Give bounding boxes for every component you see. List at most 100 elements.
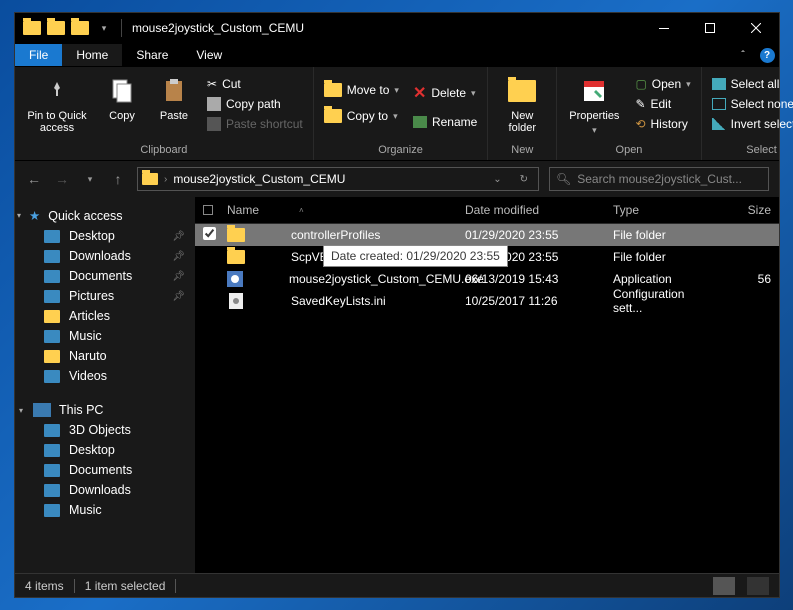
pin-quickaccess-button[interactable]: Pin to Quick access — [21, 73, 93, 136]
star-icon: ★ — [29, 208, 40, 223]
invert-icon — [712, 118, 726, 130]
invertselection-button[interactable]: Invert selection — [708, 115, 793, 133]
new-group-label: New — [494, 142, 550, 158]
clipboard-group-label: Clipboard — [21, 142, 307, 158]
help-icon[interactable]: ? — [755, 48, 779, 63]
recent-dropdown[interactable]: ▾ — [81, 174, 99, 185]
column-name[interactable]: Name˄ — [219, 203, 457, 217]
folder-icon — [43, 309, 61, 323]
sidebar[interactable]: ★ Quick access Desktop📌︎ Downloads📌︎ Doc… — [15, 197, 195, 573]
file-row[interactable]: SavedKeyLists.ini 10/25/2017 11:26 Confi… — [195, 290, 779, 312]
sidebar-pc-downloads[interactable]: Downloads — [15, 480, 195, 500]
pin-label: Pin to Quick access — [27, 110, 87, 134]
sidebar-item-articles[interactable]: Articles — [15, 306, 195, 326]
properties-button[interactable]: Properties — [563, 73, 625, 138]
copypath-button[interactable]: Copy path — [203, 95, 307, 113]
moveto-button[interactable]: Move to — [320, 81, 403, 99]
cut-button[interactable]: ✂Cut — [203, 75, 307, 93]
scissors-icon: ✂ — [207, 77, 217, 91]
newfolder-button[interactable]: New folder — [494, 73, 550, 136]
history-button[interactable]: ⟲History — [631, 115, 694, 133]
file-date: 06/13/2019 15:43 — [457, 272, 605, 286]
row-checkbox[interactable] — [203, 227, 216, 240]
sidebar-pc-documents[interactable]: Documents — [15, 460, 195, 480]
paste-label: Paste — [160, 110, 188, 122]
rename-button[interactable]: Rename — [409, 113, 481, 131]
tab-home[interactable]: Home — [62, 44, 122, 66]
minimize-button[interactable] — [641, 13, 687, 43]
column-type[interactable]: Type — [605, 203, 723, 217]
sidebar-item-videos[interactable]: Videos — [15, 366, 195, 386]
tab-share[interactable]: Share — [122, 44, 182, 66]
sidebar-item-music[interactable]: Music — [15, 326, 195, 346]
file-name: SavedKeyLists.ini — [291, 294, 386, 308]
music-icon — [43, 329, 61, 343]
sidebar-pc-music[interactable]: Music — [15, 500, 195, 520]
search-box[interactable]: 🔍︎ Search mouse2joystick_Cust... — [549, 167, 769, 191]
qat-newfolder-icon[interactable] — [69, 17, 91, 39]
column-checkbox[interactable] — [195, 205, 219, 215]
sidebar-pc-3dobjects[interactable]: 3D Objects — [15, 420, 195, 440]
column-size[interactable]: Size — [723, 203, 779, 217]
selectnone-button[interactable]: Select none — [708, 95, 793, 113]
maximize-button[interactable] — [687, 13, 733, 43]
address-bar[interactable]: › mouse2joystick_Custom_CEMU ⌄ ↻ — [137, 167, 539, 191]
app-icon — [21, 17, 43, 39]
selectall-button[interactable]: Select all — [708, 75, 793, 93]
down-icon — [43, 483, 61, 497]
search-placeholder: Search mouse2joystick_Cust... — [577, 172, 742, 186]
sidebar-pc-desktop[interactable]: Desktop — [15, 440, 195, 460]
paste-icon — [158, 75, 190, 107]
sidebar-item-desktop[interactable]: Desktop📌︎ — [15, 226, 195, 246]
video-icon — [43, 369, 61, 383]
music-icon — [43, 503, 61, 517]
titlebar[interactable]: ▾ mouse2joystick_Custom_CEMU — [15, 13, 779, 43]
newfolder-label: New folder — [500, 110, 544, 134]
navbar: ← → ▾ ↑ › mouse2joystick_Custom_CEMU ⌄ ↻… — [15, 161, 779, 197]
paste-shortcut-button[interactable]: Paste shortcut — [203, 115, 307, 133]
delete-button[interactable]: ✕Delete — [409, 81, 481, 105]
paste-sc-icon — [207, 117, 221, 131]
refresh-button[interactable]: ↻ — [514, 174, 534, 185]
sidebar-item-documents[interactable]: Documents📌︎ — [15, 266, 195, 286]
sidebar-item-pictures[interactable]: Pictures📌︎ — [15, 286, 195, 306]
copy-button[interactable]: Copy — [99, 73, 145, 124]
address-dropdown-icon[interactable]: ⌄ — [487, 174, 507, 185]
file-date: 10/25/2017 11:26 — [457, 294, 605, 308]
sidebar-quickaccess[interactable]: ★ Quick access — [15, 205, 195, 226]
column-headers[interactable]: Name˄ Date modified Type Size — [195, 197, 779, 224]
file-list: Name˄ Date modified Type Size controller… — [195, 197, 779, 573]
edit-icon: ✎ — [635, 97, 645, 111]
details-view-button[interactable] — [713, 577, 735, 595]
sort-indicator-icon: ˄ — [299, 206, 304, 215]
properties-label: Properties — [569, 110, 619, 122]
doc-icon — [43, 463, 61, 477]
file-name: controllerProfiles — [291, 228, 380, 242]
selectall-icon — [712, 78, 726, 90]
open-button[interactable]: ▢Open — [631, 75, 694, 93]
desktop-icon — [43, 229, 61, 243]
file-date: 01/29/2020 23:55 — [457, 228, 605, 242]
forward-button[interactable]: → — [53, 171, 71, 187]
sidebar-thispc[interactable]: This PC — [15, 400, 195, 420]
up-button[interactable]: ↑ — [109, 171, 127, 187]
file-row[interactable]: controllerProfiles 01/29/2020 23:55 File… — [195, 224, 779, 246]
back-button[interactable]: ← — [25, 171, 43, 187]
sidebar-item-naruto[interactable]: Naruto — [15, 346, 195, 366]
ribbon-collapse-icon[interactable]: ˆ — [731, 50, 755, 61]
close-button[interactable] — [733, 13, 779, 43]
qat-properties-icon[interactable] — [45, 17, 67, 39]
qat-dropdown-icon[interactable]: ▾ — [93, 17, 115, 39]
open-group-label: Open — [563, 142, 694, 158]
tab-view[interactable]: View — [182, 44, 236, 66]
file-type: File folder — [605, 250, 723, 264]
column-date[interactable]: Date modified — [457, 203, 605, 217]
down-icon — [43, 249, 61, 263]
sidebar-item-downloads[interactable]: Downloads📌︎ — [15, 246, 195, 266]
tab-file[interactable]: File — [15, 44, 62, 66]
history-icon: ⟲ — [635, 117, 645, 131]
edit-button[interactable]: ✎Edit — [631, 95, 694, 113]
copyto-button[interactable]: Copy to — [320, 107, 403, 125]
large-icons-view-button[interactable] — [747, 577, 769, 595]
paste-button[interactable]: Paste — [151, 73, 197, 124]
